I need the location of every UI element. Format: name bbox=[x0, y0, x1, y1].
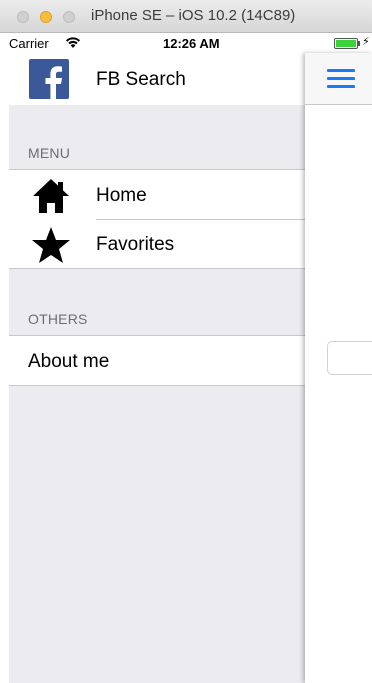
main-content-panel bbox=[305, 53, 372, 683]
app-title: FB Search bbox=[96, 69, 186, 90]
window-close-button[interactable] bbox=[17, 11, 29, 23]
row-divider bbox=[96, 219, 305, 220]
window-zoom-button[interactable] bbox=[63, 11, 75, 23]
status-time: 12:26 AM bbox=[163, 36, 220, 51]
menu-item-label: Favorites bbox=[96, 234, 175, 255]
simulator-titlebar: iPhone SE – iOS 10.2 (14C89) bbox=[0, 0, 372, 33]
facebook-logo-icon bbox=[29, 59, 69, 99]
window-minimize-button[interactable] bbox=[40, 11, 52, 23]
status-bar: Carrier 12:26 AM ⚡ bbox=[9, 33, 372, 53]
battery-icon bbox=[334, 38, 358, 49]
star-icon bbox=[32, 227, 70, 263]
charging-bolt-icon: ⚡ bbox=[362, 36, 370, 48]
navigation-bar bbox=[305, 53, 372, 105]
menu-item-label: About me bbox=[28, 351, 110, 372]
menu-item-about-me[interactable]: About me bbox=[9, 335, 305, 386]
home-icon bbox=[33, 179, 69, 213]
device-screen: Carrier 12:26 AM ⚡ FB Search MENU Home F… bbox=[9, 33, 372, 683]
hamburger-menu-icon[interactable] bbox=[327, 67, 355, 89]
menu-item-label: Home bbox=[96, 185, 147, 206]
menu-item-favorites[interactable]: Favorites bbox=[9, 219, 305, 269]
wifi-icon bbox=[66, 37, 80, 48]
menu-header[interactable]: FB Search bbox=[9, 53, 305, 105]
battery-level bbox=[336, 40, 356, 47]
window-title: iPhone SE – iOS 10.2 (14C89) bbox=[91, 7, 296, 24]
section-header-others: OTHERS bbox=[28, 311, 88, 327]
carrier-label: Carrier bbox=[9, 36, 49, 51]
section-header-menu: MENU bbox=[28, 145, 71, 161]
side-menu: FB Search MENU Home Favorites OTHERS Abo… bbox=[9, 53, 305, 683]
battery-tip bbox=[358, 41, 360, 46]
menu-item-home[interactable]: Home bbox=[9, 169, 305, 219]
search-input[interactable] bbox=[327, 341, 372, 375]
